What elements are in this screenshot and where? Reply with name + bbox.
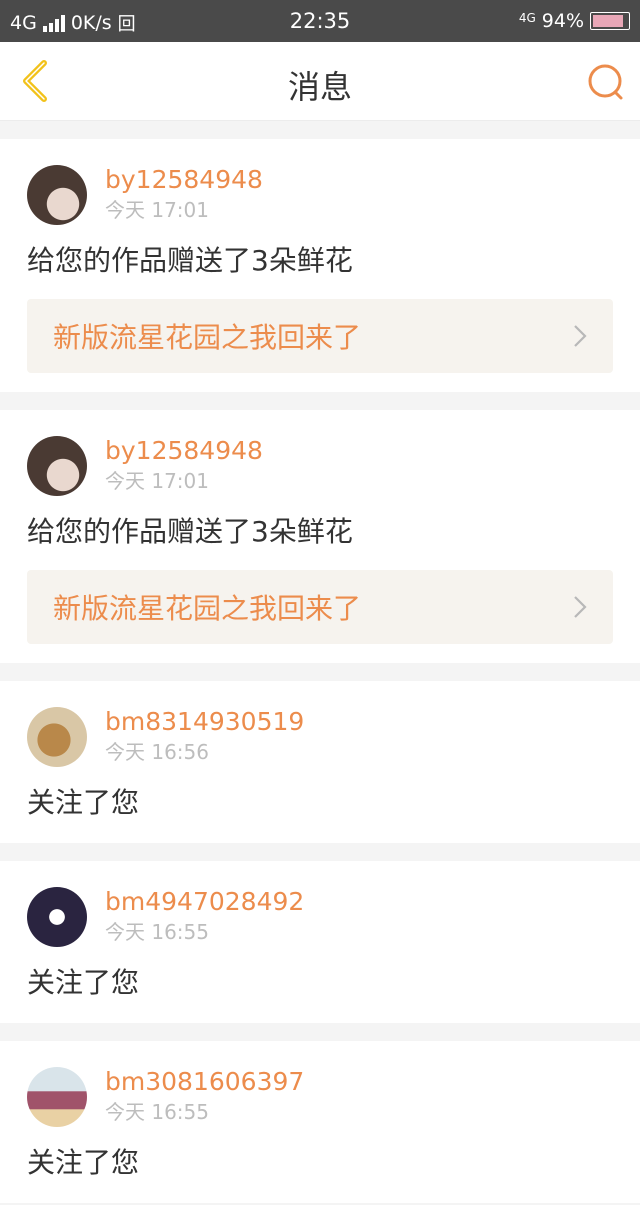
message-user: by12584948 今天 17:01 [27,410,613,496]
battery-percent: 94% [541,10,584,32]
avatar[interactable] [27,887,87,947]
message-card: by12584948 今天 17:01 给您的作品赠送了3朵鲜花 新版流星花园之… [0,410,640,663]
status-right: 4G 94% [519,10,630,32]
work-link[interactable]: 新版流星花园之我回来了 [27,570,613,644]
status-bar: 4G 0K/s 回 22:35 4G 94% [0,0,640,42]
message-card: bm4947028492 今天 16:55 关注了您 [0,861,640,1023]
message-text: 关注了您 [27,786,140,819]
battery-icon [590,12,630,30]
work-title: 新版流星花园之我回来了 [53,592,362,625]
username[interactable]: by12584948 [105,436,263,466]
avatar[interactable] [27,707,87,767]
username[interactable]: bm3081606397 [105,1067,304,1097]
timestamp: 今天 17:01 [105,469,209,493]
username[interactable]: bm4947028492 [105,887,304,917]
message-text: 给您的作品赠送了3朵鲜花 [27,515,353,548]
message-user: bm4947028492 今天 16:55 [27,861,613,947]
timestamp: 今天 16:56 [105,740,209,764]
message-card: bm3081606397 今天 16:55 关注了您 [0,1041,640,1203]
message-card: by12584948 今天 17:01 给您的作品赠送了3朵鲜花 新版流星花园之… [0,139,640,392]
message-card: bm8314930519 今天 16:56 关注了您 [0,681,640,843]
header-bar: 消息 [0,42,640,121]
message-text: 关注了您 [27,1146,140,1179]
message-text: 关注了您 [27,966,140,999]
message-user: bm3081606397 今天 16:55 [27,1041,613,1127]
work-title: 新版流星花园之我回来了 [53,321,362,354]
chevron-right-icon [574,596,587,618]
message-user: bm8314930519 今天 16:56 [27,681,613,767]
timestamp: 今天 17:01 [105,198,209,222]
username[interactable]: bm8314930519 [105,707,304,737]
message-user: by12584948 今天 17:01 [27,139,613,225]
avatar[interactable] [27,436,87,496]
work-link[interactable]: 新版流星花园之我回来了 [27,299,613,373]
chevron-right-icon [574,325,587,347]
search-icon[interactable] [586,62,626,102]
timestamp: 今天 16:55 [105,920,209,944]
message-text: 给您的作品赠送了3朵鲜花 [27,244,353,277]
network-right-label: 4G [518,11,536,25]
avatar[interactable] [27,165,87,225]
avatar[interactable] [27,1067,87,1127]
timestamp: 今天 16:55 [105,1100,209,1124]
username[interactable]: by12584948 [105,165,263,195]
page-title: 消息 [287,68,352,106]
